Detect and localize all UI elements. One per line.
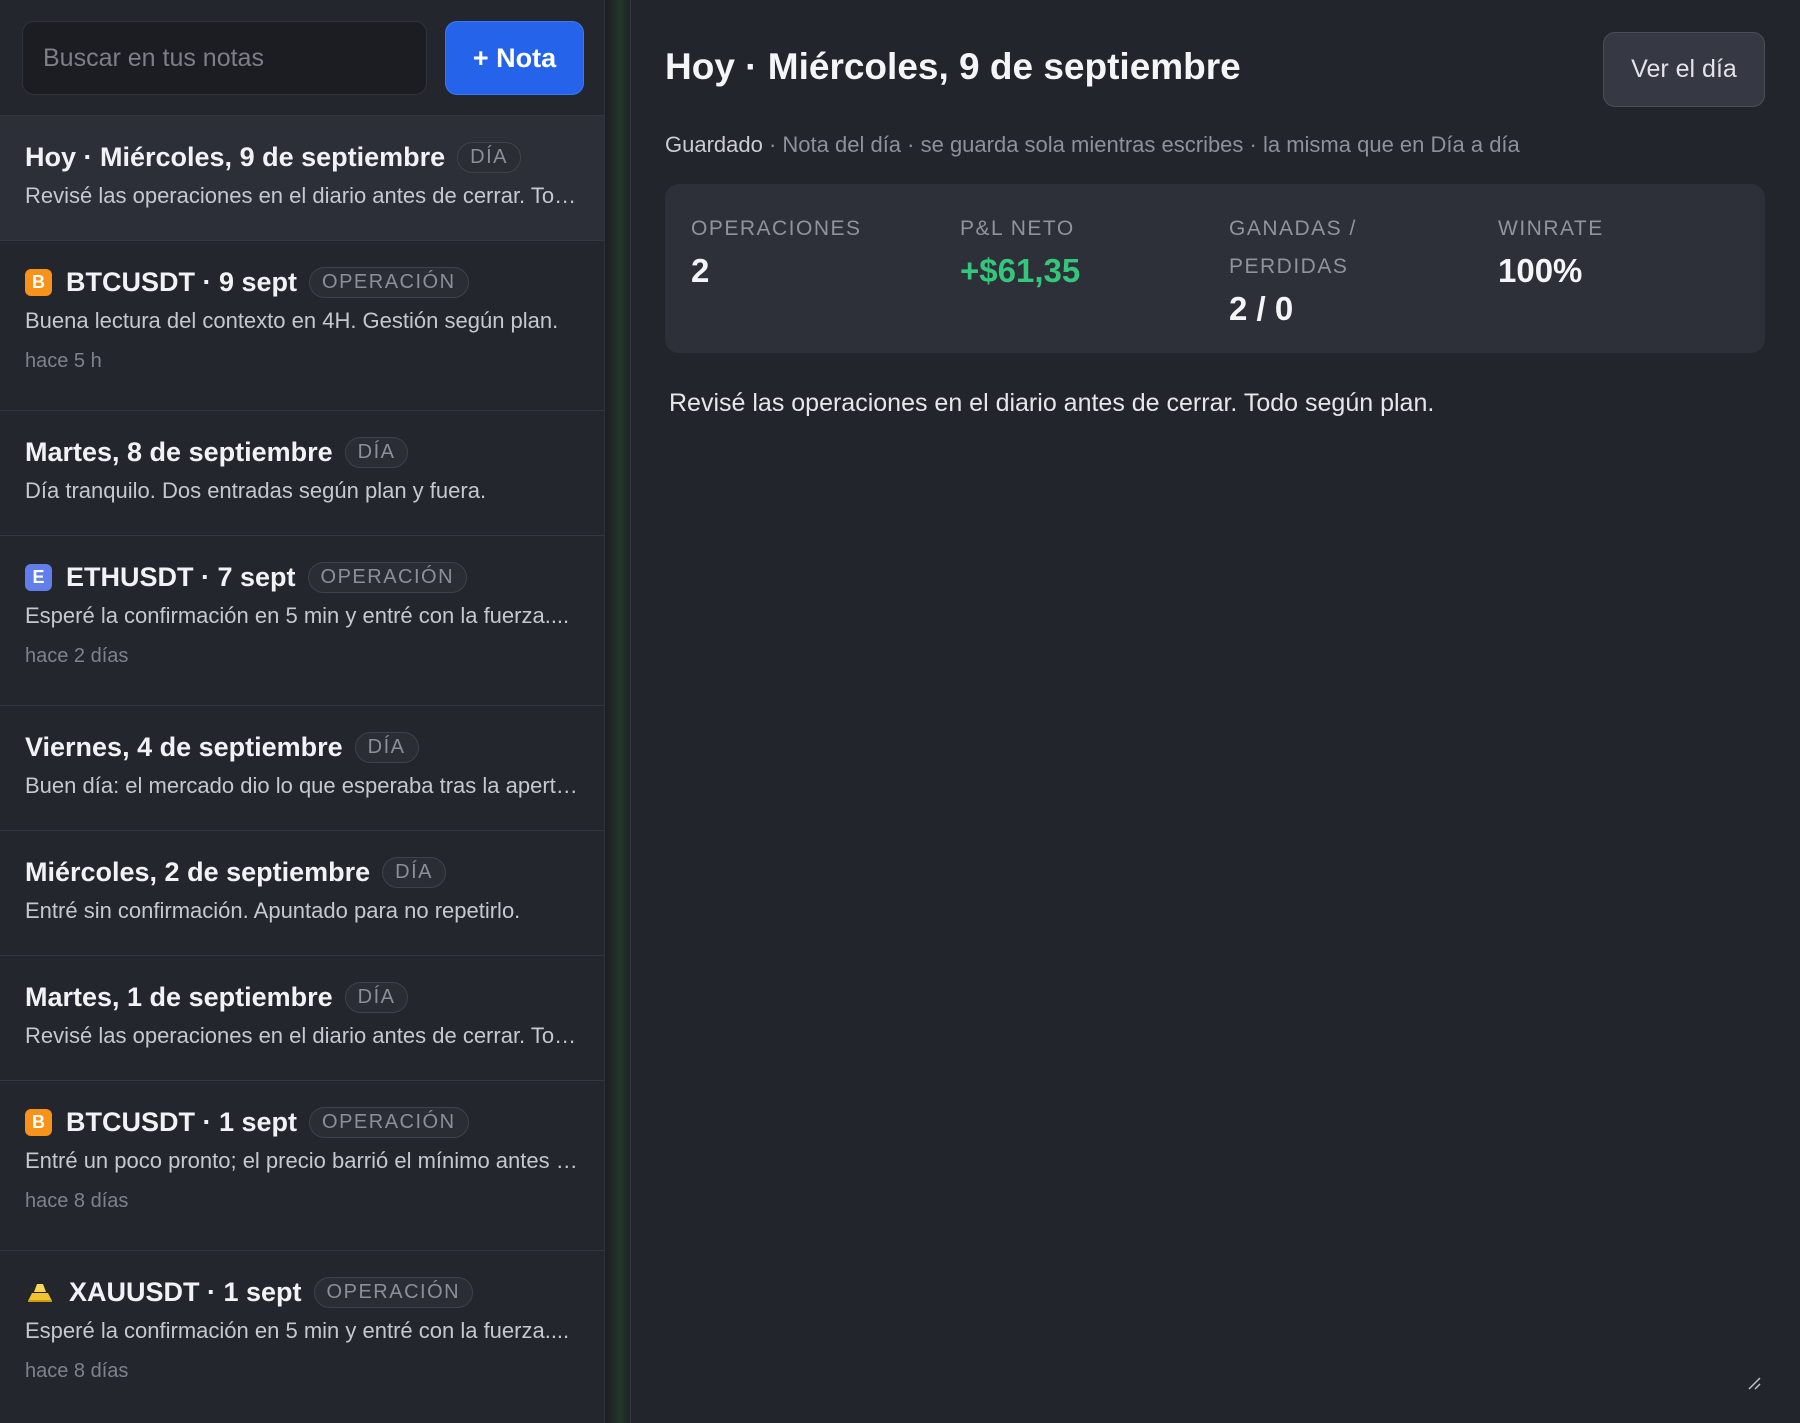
resize-handle-icon[interactable] — [1746, 1375, 1762, 1391]
note-preview: Buen día: el mercado dio lo que esperaba… — [25, 773, 579, 798]
note-title: Martes, 8 de septiembre — [25, 436, 333, 467]
gold-bars-icon — [25, 1279, 55, 1306]
notes-sidebar: + Nota Hoy · Miércoles, 9 de septiembre … — [0, 0, 605, 1423]
new-note-button[interactable]: + Nota — [445, 21, 584, 95]
list-item[interactable]: Martes, 1 de septiembre DÍA Revisé las o… — [0, 955, 604, 1080]
note-title: BTCUSDT · 9 sept — [66, 266, 298, 297]
list-item[interactable]: Martes, 8 de septiembre DÍA Día tranquil… — [0, 410, 604, 535]
stat-label: P&L NETO — [960, 217, 1075, 240]
note-preview: Entré sin confirmación. Apuntado para no… — [25, 898, 521, 923]
search-input[interactable] — [22, 21, 427, 95]
type-badge: OPERACIÓN — [309, 1106, 469, 1138]
type-badge: DÍA — [354, 731, 419, 763]
note-editor[interactable]: Revisé las operaciones en el diario ante… — [669, 386, 1749, 420]
note-timestamp: hace 8 días — [25, 1190, 129, 1212]
list-item[interactable]: B BTCUSDT · 9 sept OPERACIÓN Buena lectu… — [0, 240, 604, 410]
note-preview: Buena lectura del contexto en 4H. Gestió… — [25, 308, 559, 333]
note-preview: Esperé la confirmación en 5 min y entré … — [25, 603, 570, 628]
note-title: XAUUSDT · 1 sept — [69, 1276, 302, 1307]
stat-winrate: WINRATE 100% — [1498, 210, 1728, 290]
app-window: + Nota Hoy · Miércoles, 9 de septiembre … — [0, 0, 1800, 1423]
bitcoin-icon: B — [25, 268, 52, 296]
note-title: BTCUSDT · 1 sept — [66, 1106, 298, 1137]
sidebar-toolbar: + Nota — [0, 0, 604, 115]
note-preview: Entré un poco pronto; el precio barrió e… — [25, 1148, 579, 1173]
stat-value: +$61,35 — [960, 252, 1081, 289]
list-item[interactable]: B BTCUSDT · 1 sept OPERACIÓN Entré un po… — [0, 1080, 604, 1250]
note-title: Martes, 1 de septiembre — [25, 981, 333, 1012]
type-badge: DÍA — [344, 436, 409, 468]
notes-list: Hoy · Miércoles, 9 de septiembre DÍA Rev… — [0, 115, 604, 1420]
view-day-button[interactable]: Ver el día — [1603, 32, 1765, 107]
note-title: Hoy · Miércoles, 9 de septiembre — [25, 141, 446, 172]
saved-indicator: Guardado — [665, 132, 763, 157]
stat-value: 2 / 0 — [1229, 290, 1294, 327]
stat-operations: OPERACIONES 2 — [691, 210, 921, 290]
stat-label: OPERACIONES — [691, 217, 862, 240]
note-title: Viernes, 4 de septiembre — [25, 731, 343, 762]
save-status: Guardado · Nota del día · se guarda sola… — [665, 132, 1520, 158]
note-detail-panel: Hoy · Miércoles, 9 de septiembre Ver el … — [630, 0, 1800, 1423]
stats-card: OPERACIONES 2 P&L NETO +$61,35 GANADAS /… — [665, 184, 1765, 353]
stat-value: 100% — [1498, 252, 1583, 289]
status-description: · Nota del día · se guarda sola mientras… — [762, 132, 1520, 157]
note-timestamp: hace 2 días — [25, 645, 129, 667]
list-item[interactable]: Miércoles, 2 de septiembre DÍA Entré sin… — [0, 830, 604, 955]
ethereum-icon: E — [25, 563, 52, 591]
type-badge: DÍA — [382, 856, 446, 888]
type-badge: OPERACIÓN — [307, 561, 468, 593]
note-preview: Esperé la confirmación en 5 min y entré … — [25, 1318, 570, 1343]
type-badge: DÍA — [344, 981, 409, 1013]
note-title: Miércoles, 2 de septiembre — [25, 856, 371, 887]
stat-wins-losses: GANADAS / PERDIDAS 2 / 0 — [1229, 210, 1399, 328]
stat-label: WINRATE — [1498, 217, 1604, 240]
page-title: Hoy · Miércoles, 9 de septiembre — [665, 46, 1241, 87]
note-timestamp: hace 8 días — [25, 1360, 129, 1382]
type-badge: DÍA — [457, 141, 521, 173]
list-item[interactable]: Viernes, 4 de septiembre DÍA Buen día: e… — [0, 705, 604, 830]
type-badge: OPERACIÓN — [309, 266, 469, 298]
bitcoin-icon: B — [25, 1108, 52, 1136]
stat-net-pnl: P&L NETO +$61,35 — [960, 210, 1190, 290]
type-badge: OPERACIÓN — [313, 1276, 474, 1308]
list-item[interactable]: E ETHUSDT · 7 sept OPERACIÓN Esperé la c… — [0, 535, 604, 705]
stat-label: GANADAS / PERDIDAS — [1229, 217, 1357, 278]
list-item[interactable]: Hoy · Miércoles, 9 de septiembre DÍA Rev… — [0, 115, 604, 240]
note-title: ETHUSDT · 7 sept — [66, 561, 296, 592]
note-preview: Revisé las operaciones en el diario ante… — [25, 1023, 579, 1048]
stat-value: 2 — [691, 252, 710, 289]
list-item[interactable]: XAUUSDT · 1 sept OPERACIÓN Esperé la con… — [0, 1250, 604, 1420]
note-timestamp: hace 5 h — [25, 350, 102, 372]
note-preview: Revisé las operaciones en el diario ante… — [25, 183, 579, 208]
note-preview: Día tranquilo. Dos entradas según plan y… — [25, 478, 487, 503]
